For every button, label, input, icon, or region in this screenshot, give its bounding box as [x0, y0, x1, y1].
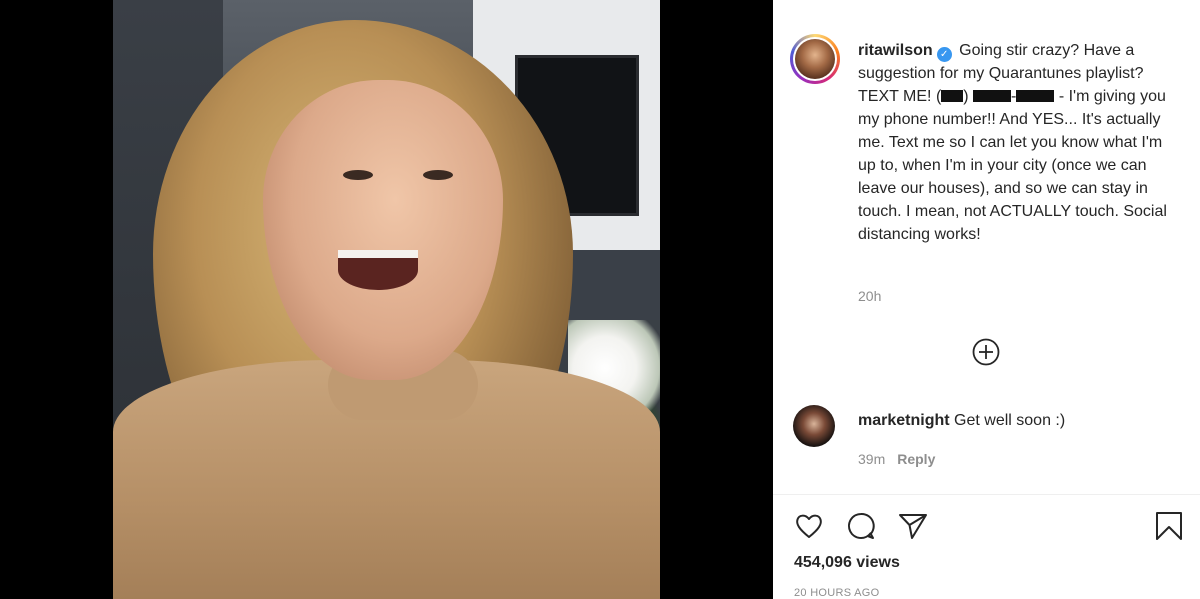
video-stage: [0, 0, 773, 599]
comment-text: Get well soon :): [954, 412, 1066, 429]
author-avatar[interactable]: [790, 34, 840, 84]
author-avatar-image: [795, 39, 835, 79]
video-subject-mouth: [338, 250, 418, 290]
post-sidebar: ritawilson ✓ Going stir crazy? Have a sug…: [773, 0, 1200, 599]
reply-button[interactable]: Reply: [897, 451, 935, 467]
view-count[interactable]: 454,096 views: [794, 554, 900, 572]
comment-icon[interactable]: [845, 510, 877, 542]
post-caption: ritawilson ✓ Going stir crazy? Have a sug…: [858, 39, 1173, 246]
commenter-avatar[interactable]: [793, 405, 835, 447]
redaction-bar: [1016, 90, 1055, 102]
video-player[interactable]: [113, 0, 660, 599]
comment-meta: 39m Reply: [858, 451, 935, 467]
comment-item: marketnight Get well soon :): [858, 410, 1065, 432]
caption-text: - I'm giving you my phone number!! And Y…: [858, 88, 1167, 243]
plus-circle-icon[interactable]: [972, 338, 1000, 366]
redaction-bar: [973, 90, 1012, 102]
video-subject-eye: [423, 170, 453, 180]
video-subject-eye: [343, 170, 373, 180]
action-bar: [793, 510, 1183, 544]
verified-badge-icon: ✓: [936, 47, 952, 62]
bookmark-icon[interactable]: [1153, 510, 1185, 542]
redaction-bar: [941, 90, 964, 102]
commenter-username[interactable]: marketnight: [858, 412, 950, 429]
caption-timestamp: 20h: [858, 288, 882, 304]
divider: [773, 494, 1200, 495]
author-username[interactable]: ritawilson: [858, 42, 933, 59]
paper-plane-icon[interactable]: [897, 510, 929, 542]
caption-text: ): [963, 88, 974, 105]
comment-timestamp: 39m: [858, 451, 886, 467]
post-date: 20 HOURS AGO: [794, 587, 880, 599]
heart-icon[interactable]: [793, 510, 825, 542]
